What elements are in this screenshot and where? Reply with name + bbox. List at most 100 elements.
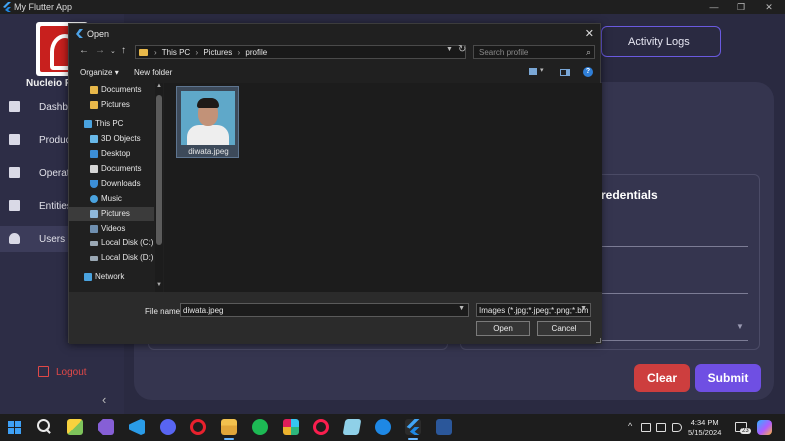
tree-item-label: 3D Objects xyxy=(101,134,141,143)
tree-item-label: Pictures xyxy=(101,100,130,109)
tree-item-pictures[interactable]: Pictures xyxy=(69,98,154,112)
organize-label: Organize xyxy=(80,68,113,77)
tree-item-local-disk-c[interactable]: Local Disk (C:) xyxy=(69,236,154,250)
tree-item-3d-objects[interactable]: 3D Objects xyxy=(69,132,154,146)
help-icon[interactable]: ? xyxy=(583,67,593,77)
clock-time: 4:34 PM xyxy=(690,418,719,427)
preview-pane-icon[interactable] xyxy=(560,69,570,76)
minimize-button[interactable]: — xyxy=(700,0,728,14)
tree-item-label: Music xyxy=(101,194,122,203)
breadcrumb-this-pc[interactable]: This PC xyxy=(162,48,190,57)
folder-icon xyxy=(90,101,98,109)
tray-app-icon[interactable] xyxy=(641,423,651,432)
search-input[interactable]: Search profile ⌕ xyxy=(473,45,595,59)
tree-item-documents[interactable]: Documents xyxy=(69,83,154,97)
tree-item-label: Videos xyxy=(101,224,126,233)
search-icon[interactable] xyxy=(37,419,51,433)
close-icon[interactable]: ✕ xyxy=(585,27,594,40)
computer-icon xyxy=(84,120,92,128)
clock-date: 5/15/2024 xyxy=(688,428,722,437)
maximize-button[interactable]: ❐ xyxy=(727,0,755,14)
list-icon xyxy=(9,167,20,178)
breadcrumb-profile[interactable]: profile xyxy=(245,48,267,57)
close-button[interactable]: ✕ xyxy=(755,0,783,14)
document-icon xyxy=(90,165,98,173)
back-arrow-icon[interactable]: ← xyxy=(79,45,89,56)
chevron-down-icon[interactable]: ▼ xyxy=(458,305,465,312)
scrollbar-thumb[interactable] xyxy=(156,95,162,245)
tree-item-local-disk-d[interactable]: Local Disk (D:) xyxy=(69,251,154,265)
resize-grip-icon[interactable] xyxy=(596,338,601,343)
breadcrumb-pictures[interactable]: Pictures xyxy=(203,48,232,57)
word-icon[interactable] xyxy=(436,419,452,435)
file-type-select[interactable]: Images (*.jpg;*.jpeg;*.png;*.bm ▼ xyxy=(476,303,591,317)
sidebar-item-label: Entities xyxy=(39,201,72,212)
opera-icon[interactable] xyxy=(190,419,206,435)
file-explorer-icon[interactable] xyxy=(221,419,237,440)
search-icon: ⌕ xyxy=(585,47,591,57)
visual-studio-icon[interactable] xyxy=(98,419,114,435)
start-icon[interactable] xyxy=(8,421,21,434)
app-window-title: My Flutter App xyxy=(14,2,73,12)
file-type-value: Images (*.jpg;*.jpeg;*.png;*.bm xyxy=(479,306,589,315)
chevron-down-icon[interactable]: ▼ xyxy=(580,305,587,312)
tree-item-this-pc[interactable]: This PC xyxy=(69,117,154,131)
flutter-icon[interactable] xyxy=(405,419,421,440)
forward-arrow-icon[interactable]: → xyxy=(95,45,105,56)
recent-locations-icon[interactable]: ⌄ xyxy=(110,47,116,55)
scroll-up-icon[interactable]: ▲ xyxy=(156,83,162,89)
show-hidden-icons-icon[interactable]: ^ xyxy=(628,421,632,431)
tree-item-videos[interactable]: Videos xyxy=(69,222,154,236)
opera-gx-icon[interactable] xyxy=(313,419,329,435)
address-bar[interactable]: › This PC › Pictures › profile xyxy=(135,45,466,59)
organize-menu[interactable]: Organize ▾ xyxy=(80,68,119,77)
collapse-sidebar-icon[interactable]: ‹ xyxy=(102,392,106,407)
pictures-icon xyxy=(90,210,98,218)
refresh-icon[interactable]: ↻ xyxy=(458,44,466,55)
system-clock[interactable]: 4:34 PM 5/15/2024 xyxy=(688,418,721,438)
dashboard-icon xyxy=(9,101,20,112)
tree-item-downloads[interactable]: Downloads xyxy=(69,177,154,191)
tree-item-music[interactable]: Music xyxy=(69,192,154,206)
tree-item-desktop[interactable]: Desktop xyxy=(69,147,154,161)
clear-button[interactable]: Clear xyxy=(634,364,690,392)
scroll-down-icon[interactable]: ▼ xyxy=(156,282,162,288)
submit-button[interactable]: Submit xyxy=(695,364,761,392)
music-icon xyxy=(90,195,98,203)
cube-icon xyxy=(90,135,98,143)
cancel-button[interactable]: Cancel xyxy=(537,321,591,336)
change-view-icon[interactable] xyxy=(529,66,544,76)
logout-icon xyxy=(38,366,49,377)
file-item[interactable]: diwata.jpeg xyxy=(176,86,239,158)
file-item-name: diwata.jpeg xyxy=(188,147,229,156)
chevron-down-icon[interactable]: ▼ xyxy=(736,322,744,331)
new-folder-button[interactable]: New folder xyxy=(134,68,172,77)
folder-icon xyxy=(139,49,148,56)
notepad-icon[interactable] xyxy=(342,419,362,435)
discord-icon[interactable] xyxy=(160,419,176,435)
tree-item-label: Local Disk (C:) xyxy=(101,238,154,247)
open-button[interactable]: Open xyxy=(476,321,530,336)
tree-item-network[interactable]: Network xyxy=(69,270,154,284)
navigation-scrollbar[interactable]: ▲ ▼ xyxy=(155,83,163,292)
command-bar: Organize ▾ New folder ? xyxy=(69,66,602,80)
logout-label: Logout xyxy=(56,367,87,378)
copilot-icon[interactable] xyxy=(757,420,772,435)
sticky-notes-icon[interactable] xyxy=(67,419,83,435)
slack-icon[interactable] xyxy=(283,419,299,435)
address-dropdown-icon[interactable]: ▼ xyxy=(446,46,453,53)
activity-logs-button[interactable]: Activity Logs xyxy=(601,26,721,57)
app-store-icon[interactable] xyxy=(375,419,391,435)
file-name-input[interactable]: diwata.jpeg ▼ xyxy=(180,303,469,317)
spotify-icon[interactable] xyxy=(252,419,268,435)
flutter-logo-icon xyxy=(406,419,420,435)
vscode-icon[interactable] xyxy=(129,419,145,435)
tree-item-label: This PC xyxy=(95,119,124,128)
up-arrow-icon[interactable]: ↑ xyxy=(121,45,126,56)
group-icon xyxy=(9,200,20,211)
tree-item-pictures-pc[interactable]: Pictures xyxy=(69,207,154,221)
volume-icon[interactable] xyxy=(672,423,682,432)
network-icon[interactable] xyxy=(656,423,666,432)
tree-item-documents-pc[interactable]: Documents xyxy=(69,162,154,176)
app-title-bar: My Flutter App — ❐ ✕ xyxy=(0,0,785,14)
